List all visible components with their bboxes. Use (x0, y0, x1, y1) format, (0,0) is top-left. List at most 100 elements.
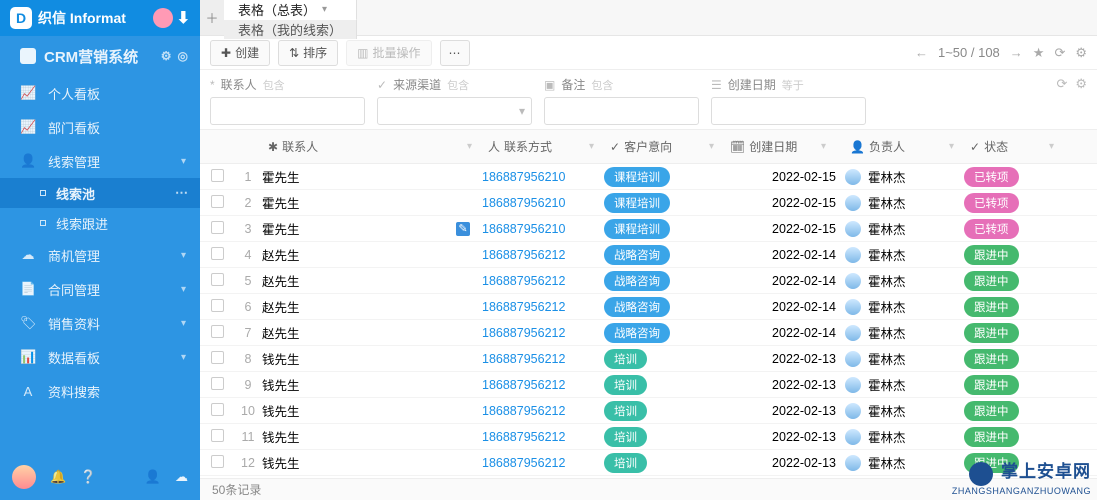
filter-input[interactable] (711, 97, 866, 125)
cell-phone[interactable]: 186887956212 (482, 248, 604, 262)
row-checkbox[interactable] (211, 455, 224, 468)
col-date[interactable]: 🗓 创建日期 ▾ (724, 138, 844, 155)
chevron-down-icon[interactable]: ▾ (467, 141, 472, 152)
user-icon[interactable]: 👤 (145, 469, 161, 485)
refresh-icon[interactable]: ⟳ (1054, 45, 1065, 61)
cell-intent-tag: 培训 (604, 349, 647, 369)
tab-1[interactable]: 表格（我的线索） (224, 20, 357, 39)
sidebar-item-4[interactable]: 📄 合同管理 ▾ (0, 272, 200, 306)
table-row[interactable]: 2霍先生186887956210课程培训2022-02-15霍林杰已转项 (200, 190, 1097, 216)
row-checkbox[interactable] (211, 403, 224, 416)
prev-page-icon[interactable]: ← (915, 45, 928, 60)
batch-label: 批量操作 (373, 44, 421, 61)
table-row[interactable]: 5赵先生186887956212战略咨询2022-02-14霍林杰跟进中 (200, 268, 1097, 294)
cell-intent-tag: 课程培训 (604, 193, 670, 213)
sidebar-item-1[interactable]: 📈 部门看板 (0, 110, 200, 144)
sidebar-item-0[interactable]: 📈 个人看板 (0, 76, 200, 110)
table-row[interactable]: 4赵先生186887956212战略咨询2022-02-14霍林杰跟进中 (200, 242, 1097, 268)
chevron-down-icon[interactable]: ▾ (589, 141, 594, 152)
row-checkbox[interactable] (211, 221, 224, 234)
target-icon[interactable]: ◎ (178, 49, 188, 63)
more-icon[interactable]: ⋯ (175, 185, 188, 201)
col-phone[interactable]: 人 联系方式 ▾ (482, 138, 604, 155)
row-checkbox[interactable] (211, 299, 224, 312)
row-checkbox[interactable] (211, 377, 224, 390)
cell-phone[interactable]: 186887956212 (482, 326, 604, 340)
owner-avatar (844, 220, 862, 238)
table-row[interactable]: 7赵先生186887956212战略咨询2022-02-14霍林杰跟进中 (200, 320, 1097, 346)
star-icon[interactable]: ★ (1033, 45, 1045, 61)
filter-settings-icon[interactable]: ⚙ (1075, 76, 1087, 92)
cell-phone[interactable]: 186887956210 (482, 196, 604, 210)
doc-icon: 📄 (20, 281, 36, 297)
sidebar-subitem[interactable]: 线索池 ⋯ (0, 178, 200, 208)
cell-phone[interactable]: 186887956212 (482, 456, 604, 470)
sidebar-item-5[interactable]: 🏷 销售资料 ▾ (0, 306, 200, 340)
table-row[interactable]: 10钱先生186887956212培训2022-02-13霍林杰跟进中 (200, 398, 1097, 424)
filter-refresh-icon[interactable]: ⟳ (1056, 76, 1067, 92)
next-page-icon[interactable]: → (1010, 45, 1023, 60)
sidebar-item-3[interactable]: ☁ 商机管理 ▾ (0, 238, 200, 272)
chevron-down-icon[interactable]: ▾ (949, 141, 954, 152)
filter-select[interactable]: ▾ (377, 97, 532, 125)
sidebar-item-6[interactable]: 📊 数据看板 ▾ (0, 340, 200, 374)
chevron-down-icon[interactable]: ▾ (322, 4, 327, 15)
row-checkbox[interactable] (211, 325, 224, 338)
table-row[interactable]: 3霍先生✎186887956210课程培训2022-02-15霍林杰已转项 (200, 216, 1097, 242)
cloud-icon[interactable]: ☁ (175, 469, 188, 485)
gear-icon[interactable]: ⚙ (161, 49, 172, 63)
help-icon[interactable]: ❔ (80, 469, 96, 485)
col-owner[interactable]: 👤 负责人 ▾ (844, 138, 964, 155)
chevron-down-icon[interactable]: ▾ (709, 141, 714, 152)
table-row[interactable]: 6赵先生186887956212战略咨询2022-02-14霍林杰跟进中 (200, 294, 1097, 320)
more-button[interactable]: ⋯ (440, 40, 470, 66)
cell-contact: 霍先生 (262, 219, 300, 238)
cell-status-tag: 跟进中 (964, 375, 1019, 395)
table-row[interactable]: 1霍先生186887956210课程培训2022-02-15霍林杰已转项 (200, 164, 1097, 190)
chevron-down-icon[interactable]: ▾ (821, 141, 826, 152)
create-button[interactable]: ✚ 创建 (210, 40, 270, 66)
user-avatar-small[interactable] (153, 8, 173, 28)
cell-phone[interactable]: 186887956212 (482, 300, 604, 314)
sidebar-item-2[interactable]: 👤 线索管理 ▾ (0, 144, 200, 178)
edit-icon[interactable]: ✎ (456, 222, 470, 236)
settings-icon[interactable]: ⚙ (1075, 45, 1087, 61)
cell-phone[interactable]: 186887956210 (482, 170, 604, 184)
filter-input[interactable] (544, 97, 699, 125)
row-checkbox[interactable] (211, 273, 224, 286)
row-checkbox[interactable] (211, 195, 224, 208)
sidebar-subitem[interactable]: 线索跟进 (0, 208, 200, 238)
cell-phone[interactable]: 186887956212 (482, 430, 604, 444)
batch-button[interactable]: ▥ 批量操作 (346, 40, 431, 66)
chevron-down-icon[interactable]: ▾ (1049, 141, 1054, 152)
cell-phone[interactable]: 186887956210 (482, 222, 604, 236)
col-date-label: 创建日期 (749, 138, 797, 155)
cell-phone[interactable]: 186887956212 (482, 274, 604, 288)
sort-button[interactable]: ⇅ 排序 (278, 40, 338, 66)
cell-phone[interactable]: 186887956212 (482, 378, 604, 392)
cell-phone[interactable]: 186887956212 (482, 352, 604, 366)
cell-status-tag: 跟进中 (964, 453, 1019, 473)
row-checkbox[interactable] (211, 247, 224, 260)
col-status[interactable]: ✓ 状态 ▾ (964, 138, 1064, 155)
owner-avatar (844, 376, 862, 394)
table-row[interactable]: 11钱先生186887956212培训2022-02-13霍林杰跟进中 (200, 424, 1097, 450)
download-icon[interactable]: ⬇ (177, 8, 190, 28)
table-row[interactable]: 8钱先生186887956212培训2022-02-13霍林杰跟进中 (200, 346, 1097, 372)
row-checkbox[interactable] (211, 429, 224, 442)
col-intent[interactable]: ✓ 客户意向 ▾ (604, 138, 724, 155)
current-user-avatar[interactable] (12, 465, 36, 489)
chart-icon: 📈 (20, 85, 36, 101)
tab-0[interactable]: 表格（总表）▾ (224, 0, 357, 21)
table-row[interactable]: 9钱先生186887956212培训2022-02-13霍林杰跟进中 (200, 372, 1097, 398)
col-contact[interactable]: ✱ 联系人 ▾ (262, 138, 482, 155)
row-checkbox[interactable] (211, 351, 224, 364)
sidebar-item-7[interactable]: A 资料搜索 (0, 374, 200, 408)
cell-phone[interactable]: 186887956212 (482, 404, 604, 418)
row-checkbox[interactable] (211, 169, 224, 182)
add-tab-button[interactable]: ＋ (200, 0, 224, 35)
filter-icon: * (210, 78, 215, 92)
table-row[interactable]: 12钱先生186887956212培训2022-02-13霍林杰跟进中 (200, 450, 1097, 476)
filter-input[interactable] (210, 97, 365, 125)
bell-icon[interactable]: 🔔 (50, 469, 66, 485)
